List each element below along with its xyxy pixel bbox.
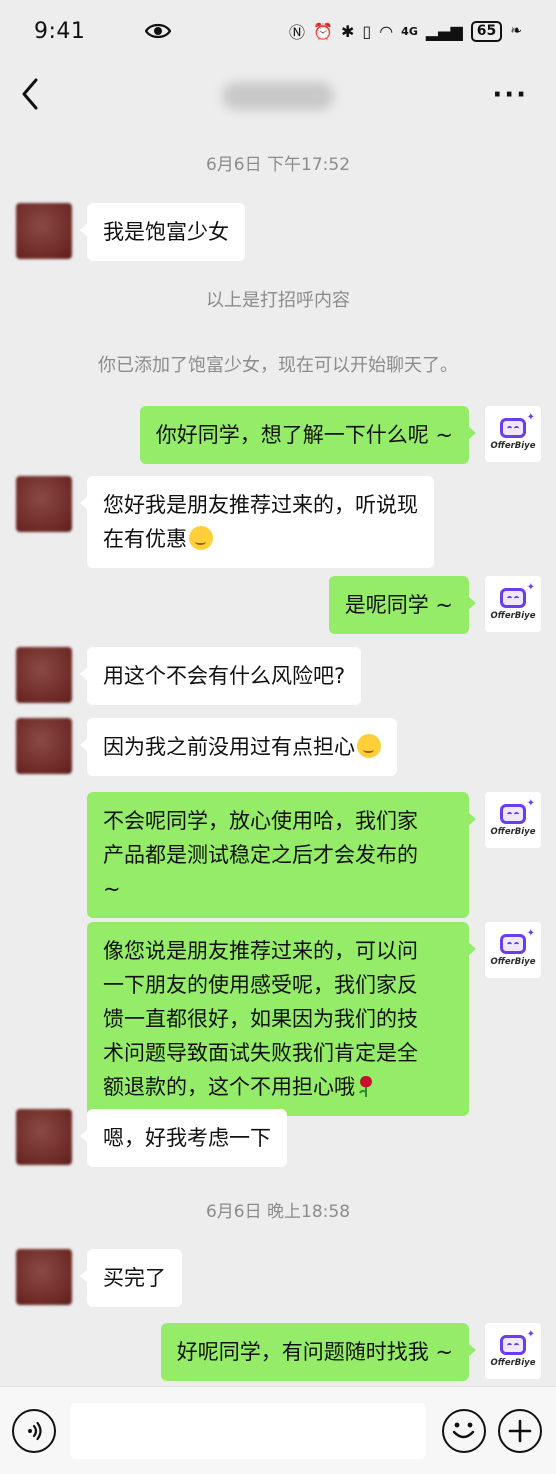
sparkle-icon: ✦ [526, 582, 535, 593]
message-text: 术问题导致面试失败我们肯定是全 [103, 1041, 418, 1065]
message-text: 不会呢同学，放心使用哈，我们家 [103, 809, 418, 833]
nav-bar: ··· [0, 62, 556, 128]
vibrate-icon: ▯ [362, 21, 372, 41]
message-text: 好呢同学，有问题随时找我 ~ [176, 1340, 453, 1364]
status-time: 9:41 [34, 18, 86, 44]
emoji-icon [189, 526, 213, 550]
message-text: 产品都是测试稳定之后才会发布的 [103, 843, 418, 867]
voice-button[interactable] [12, 1409, 56, 1453]
bluetooth-icon: ✱ [340, 21, 355, 41]
timestamp: 6月6日 晚上18:58 [205, 1202, 351, 1222]
logo-icon [500, 1334, 526, 1355]
avatar[interactable] [16, 1109, 72, 1165]
sparkle-icon: ✦ [526, 798, 535, 809]
message-bubble[interactable]: 好呢同学，有问题随时找我 ~ [160, 1323, 477, 1381]
message-text: 您好我是朋友推荐过来的，听说现 [103, 493, 418, 517]
message-text: 一下朋友的使用感受呢，我们家反 [103, 973, 418, 997]
avatar[interactable]: ✦ OfferBiye [485, 792, 541, 848]
rose-icon [359, 1076, 372, 1097]
message-bubble[interactable]: 像您说是朋友推荐过来的，可以问 一下朋友的使用感受呢，我们家反 馈一直都很好，如… [87, 922, 476, 1116]
message-input[interactable] [70, 1403, 426, 1459]
message-text: 你好同学，想了解一下什么呢 ~ [155, 423, 453, 447]
logo-icon [500, 417, 526, 438]
signal-label: 4G [401, 24, 418, 38]
message-bubble[interactable]: 买完了 [80, 1249, 182, 1307]
message-text: 在有优惠 [103, 527, 187, 551]
sparkle-icon: ✦ [526, 1329, 535, 1340]
message-bubble[interactable]: 用这个不会有什么风险吧? [79, 647, 362, 705]
leaf-icon: ❧ [510, 23, 522, 39]
timestamp: 6月6日 下午17:52 [205, 155, 351, 175]
back-icon[interactable] [18, 76, 44, 112]
logo-icon [500, 587, 526, 608]
logo-text: OfferBiye [490, 826, 536, 837]
more-icon[interactable]: ··· [492, 80, 528, 110]
message-text: 因为我之前没用过有点担心 [103, 735, 355, 759]
message-text: 嗯，好我考虑一下 [103, 1126, 271, 1150]
avatar[interactable]: ✦ OfferBiye [485, 922, 541, 978]
system-message: 以上是打招呼内容 [206, 290, 350, 311]
voice-icon [28, 1421, 42, 1441]
message-text: 馈一直都很好，如果因为我们的技 [103, 1007, 418, 1031]
message-bubble[interactable]: 我是饱富少女 [80, 203, 245, 261]
input-bar [0, 1386, 556, 1474]
message-bubble[interactable]: 不会呢同学，放心使用哈，我们家 产品都是测试稳定之后才会发布的 ~ [87, 792, 476, 918]
avatar[interactable]: ✦ OfferBiye [485, 1323, 541, 1379]
message-text: ~ [103, 877, 121, 901]
avatar[interactable]: ✦ OfferBiye [485, 406, 541, 462]
message-text: 用这个不会有什么风险吧? [103, 664, 346, 688]
wifi-icon: ◠ [379, 21, 394, 41]
emoji-icon [357, 734, 381, 758]
emoji-button[interactable] [442, 1409, 486, 1453]
logo-icon [500, 803, 526, 824]
avatar[interactable] [16, 203, 72, 259]
chat-title [222, 82, 334, 110]
sparkle-icon: ✦ [526, 928, 535, 939]
chat-area[interactable]: 6月6日 下午17:52 我是饱富少女 以上是打招呼内容 你已添加了饱富少女，现… [0, 128, 556, 1386]
nfc-icon: Ⓝ [289, 23, 306, 42]
message-text: 额退款的，这个不用担心哦 [103, 1075, 355, 1099]
plus-icon [508, 1419, 532, 1443]
message-text: 我是饱富少女 [103, 220, 229, 244]
logo-text: OfferBiye [490, 610, 536, 621]
signal-icon: ▂▄▆ [425, 21, 463, 41]
eye-icon [145, 23, 172, 39]
message-bubble[interactable]: 因为我之前没用过有点担心 [80, 718, 397, 776]
logo-icon [500, 933, 526, 954]
message-text: 像您说是朋友推荐过来的，可以问 [103, 939, 418, 963]
avatar[interactable]: ✦ OfferBiye [485, 576, 541, 632]
message-bubble[interactable]: 您好我是朋友推荐过来的，听说现 在有优惠 [80, 476, 434, 568]
sparkle-icon: ✦ [526, 412, 535, 423]
alarm-icon: ⏰ [313, 21, 333, 41]
avatar[interactable] [16, 647, 72, 703]
logo-text: OfferBiye [490, 956, 536, 967]
avatar[interactable] [16, 718, 72, 774]
message-bubble[interactable]: 你好同学，想了解一下什么呢 ~ [139, 406, 477, 464]
status-icons: Ⓝ ⏰ ✱ ▯ ◠ 4G ▂▄▆ 65 ❧ [289, 19, 522, 43]
system-message: 你已添加了饱富少女，现在可以开始聊天了。 [98, 355, 458, 376]
message-text: 买完了 [103, 1266, 166, 1290]
battery-icon: 65 [470, 20, 503, 42]
avatar[interactable] [16, 476, 72, 532]
status-bar: 9:41 Ⓝ ⏰ ✱ ▯ ◠ 4G ▂▄▆ 65 ❧ [0, 0, 556, 62]
message-bubble[interactable]: 是呢同学 ~ [328, 576, 477, 634]
logo-text: OfferBiye [490, 1357, 536, 1368]
avatar[interactable] [16, 1249, 72, 1305]
smiley-icon [452, 1422, 475, 1439]
message-bubble[interactable]: 嗯，好我考虑一下 [80, 1109, 287, 1167]
message-text: 是呢同学 ~ [344, 593, 453, 617]
plus-button[interactable] [498, 1409, 542, 1453]
logo-text: OfferBiye [490, 440, 536, 451]
